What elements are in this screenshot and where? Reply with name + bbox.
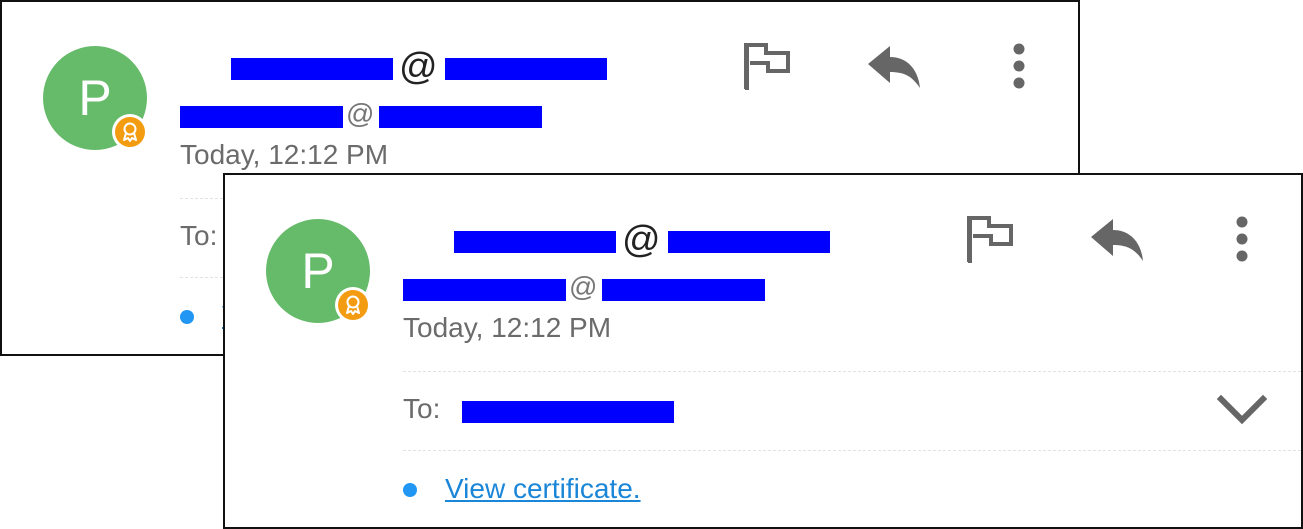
divider [403,371,1301,372]
sender-email-domain-redacted [379,106,542,128]
sender-email-domain-redacted [602,279,765,301]
flag-icon[interactable] [742,39,796,93]
certificate-badge-icon [112,114,148,150]
sender-email-at-symbol: @ [569,271,598,302]
flag-icon[interactable] [965,212,1019,266]
certificate-badge-icon [335,287,371,323]
sender-name-redacted [231,58,393,80]
sender-email-at-symbol: @ [346,98,375,129]
more-vert-icon[interactable] [1006,42,1032,92]
bullet-dot [180,310,194,324]
email-timestamp: Today, 12:12 PM [180,139,389,170]
divider [403,450,1301,451]
recipient-redacted [462,401,674,423]
reply-icon[interactable] [866,44,922,90]
chevron-down-icon[interactable] [1216,393,1268,427]
sender-email-user-redacted [180,106,343,128]
sender-at-symbol: @ [399,46,438,88]
sender-at-symbol: @ [622,219,661,261]
sender-email-user-redacted [403,279,566,301]
to-label: To: [403,393,441,424]
sender-domain-redacted [445,58,607,80]
to-label: To: [180,220,218,251]
sender-domain-redacted [668,231,830,253]
view-certificate-link[interactable]: View certificate. [445,473,641,505]
email-timestamp: Today, 12:12 PM [403,312,612,343]
email-header-card-front: P @ @ Today, 12:12 PM To: View certifica… [223,173,1303,529]
more-vert-icon[interactable] [1229,215,1255,265]
bullet-dot [403,483,417,497]
sender-name-redacted [454,231,616,253]
reply-icon[interactable] [1089,217,1145,263]
